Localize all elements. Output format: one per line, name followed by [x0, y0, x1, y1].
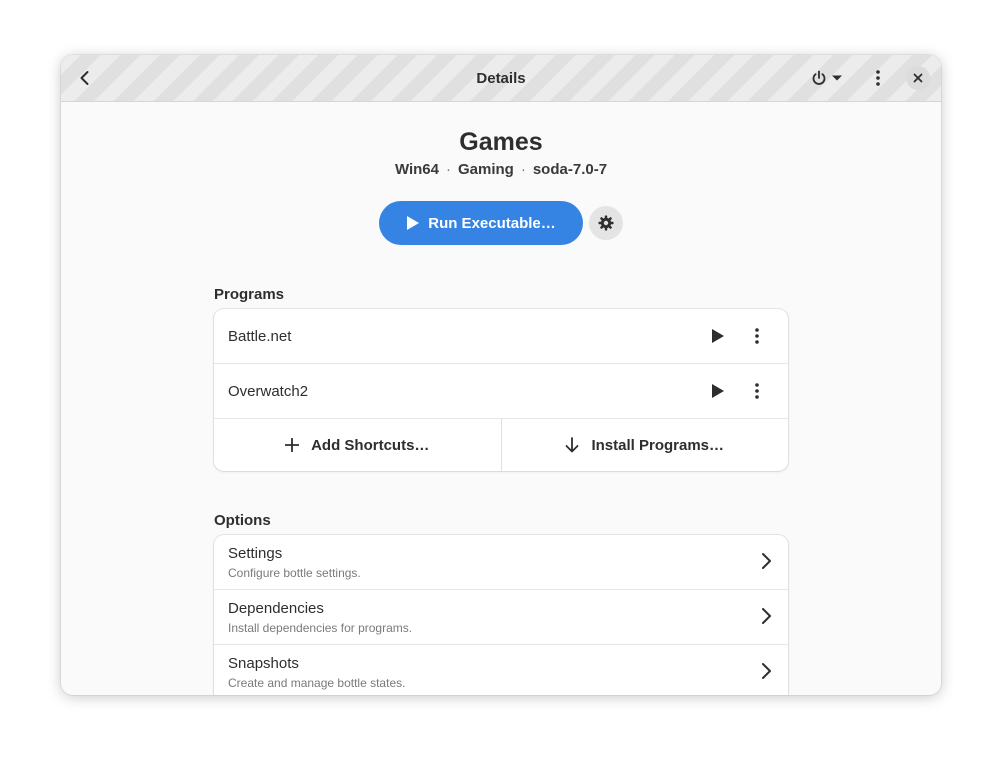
bottle-arch: Win64 — [394, 161, 439, 178]
header-bar: Details — [61, 55, 941, 102]
window-title: Details — [476, 69, 526, 87]
program-menu-button[interactable] — [747, 326, 767, 346]
option-row-settings[interactable]: Settings Configure bottle settings. — [214, 535, 788, 590]
chevron-right-icon — [762, 553, 771, 569]
option-row-snapshots[interactable]: Snapshots Create and manage bottle state… — [214, 645, 788, 695]
details-window: Details Games Win64 · Gaming · soda-7.0-… — [61, 55, 941, 695]
close-button[interactable] — [906, 66, 930, 90]
play-icon — [712, 329, 724, 343]
separator: · — [446, 161, 451, 178]
options-section-label: Options — [214, 512, 271, 529]
kebab-icon — [755, 328, 759, 344]
run-executable-button[interactable]: Run Executable… — [379, 201, 583, 245]
power-menu-button[interactable] — [805, 62, 849, 94]
install-programs-label: Install Programs… — [591, 436, 725, 454]
menu-icon — [876, 70, 880, 86]
install-programs-button[interactable]: Install Programs… — [500, 419, 789, 471]
program-row[interactable]: Battle.net — [214, 309, 788, 364]
run-executable-label: Run Executable… — [428, 214, 556, 232]
programs-section-label: Programs — [214, 286, 285, 303]
kebab-icon — [755, 383, 759, 399]
programs-card: Battle.net Overwatch2 Add Shortcuts… Ins… — [214, 309, 788, 471]
add-shortcuts-label: Add Shortcuts… — [311, 436, 430, 454]
program-name: Battle.net — [228, 327, 292, 345]
bottle-settings-button[interactable] — [589, 206, 623, 240]
add-shortcuts-button[interactable]: Add Shortcuts… — [214, 419, 501, 471]
options-card: Settings Configure bottle settings. Depe… — [214, 535, 788, 695]
option-title: Dependencies — [228, 600, 324, 617]
chevron-right-icon — [762, 608, 771, 624]
program-name: Overwatch2 — [228, 382, 309, 400]
play-icon — [712, 384, 724, 398]
bottle-info: Win64 · Gaming · soda-7.0-7 — [61, 161, 941, 178]
launch-program-button[interactable] — [708, 326, 728, 346]
play-icon — [407, 216, 420, 230]
separator: · — [520, 161, 526, 178]
option-title: Snapshots — [228, 655, 299, 672]
back-icon — [80, 71, 89, 85]
option-title: Settings — [228, 545, 283, 562]
option-subtitle: Configure bottle settings. — [228, 566, 361, 580]
details-content: Games Win64 · Gaming · soda-7.0-7 Run Ex… — [61, 102, 941, 695]
bottle-name: Games — [459, 128, 543, 156]
launch-program-button[interactable] — [708, 381, 728, 401]
close-icon — [913, 73, 923, 83]
dropdown-arrow-icon — [832, 75, 842, 81]
gear-icon — [598, 215, 614, 231]
option-row-dependencies[interactable]: Dependencies Install dependencies for pr… — [214, 590, 788, 645]
plus-icon — [285, 438, 300, 452]
power-icon — [812, 70, 826, 85]
programs-actions: Add Shortcuts… Install Programs… — [214, 419, 788, 471]
download-arrow-icon — [566, 437, 579, 453]
chevron-right-icon — [762, 663, 771, 679]
main-menu-button[interactable] — [862, 62, 894, 94]
bottle-runner: soda-7.0-7 — [532, 161, 608, 178]
program-menu-button[interactable] — [747, 381, 767, 401]
option-subtitle: Create and manage bottle states. — [228, 676, 406, 690]
program-row[interactable]: Overwatch2 — [214, 364, 788, 419]
option-subtitle: Install dependencies for programs. — [228, 621, 413, 635]
back-button[interactable] — [69, 62, 101, 94]
bottle-environment: Gaming — [458, 161, 514, 178]
